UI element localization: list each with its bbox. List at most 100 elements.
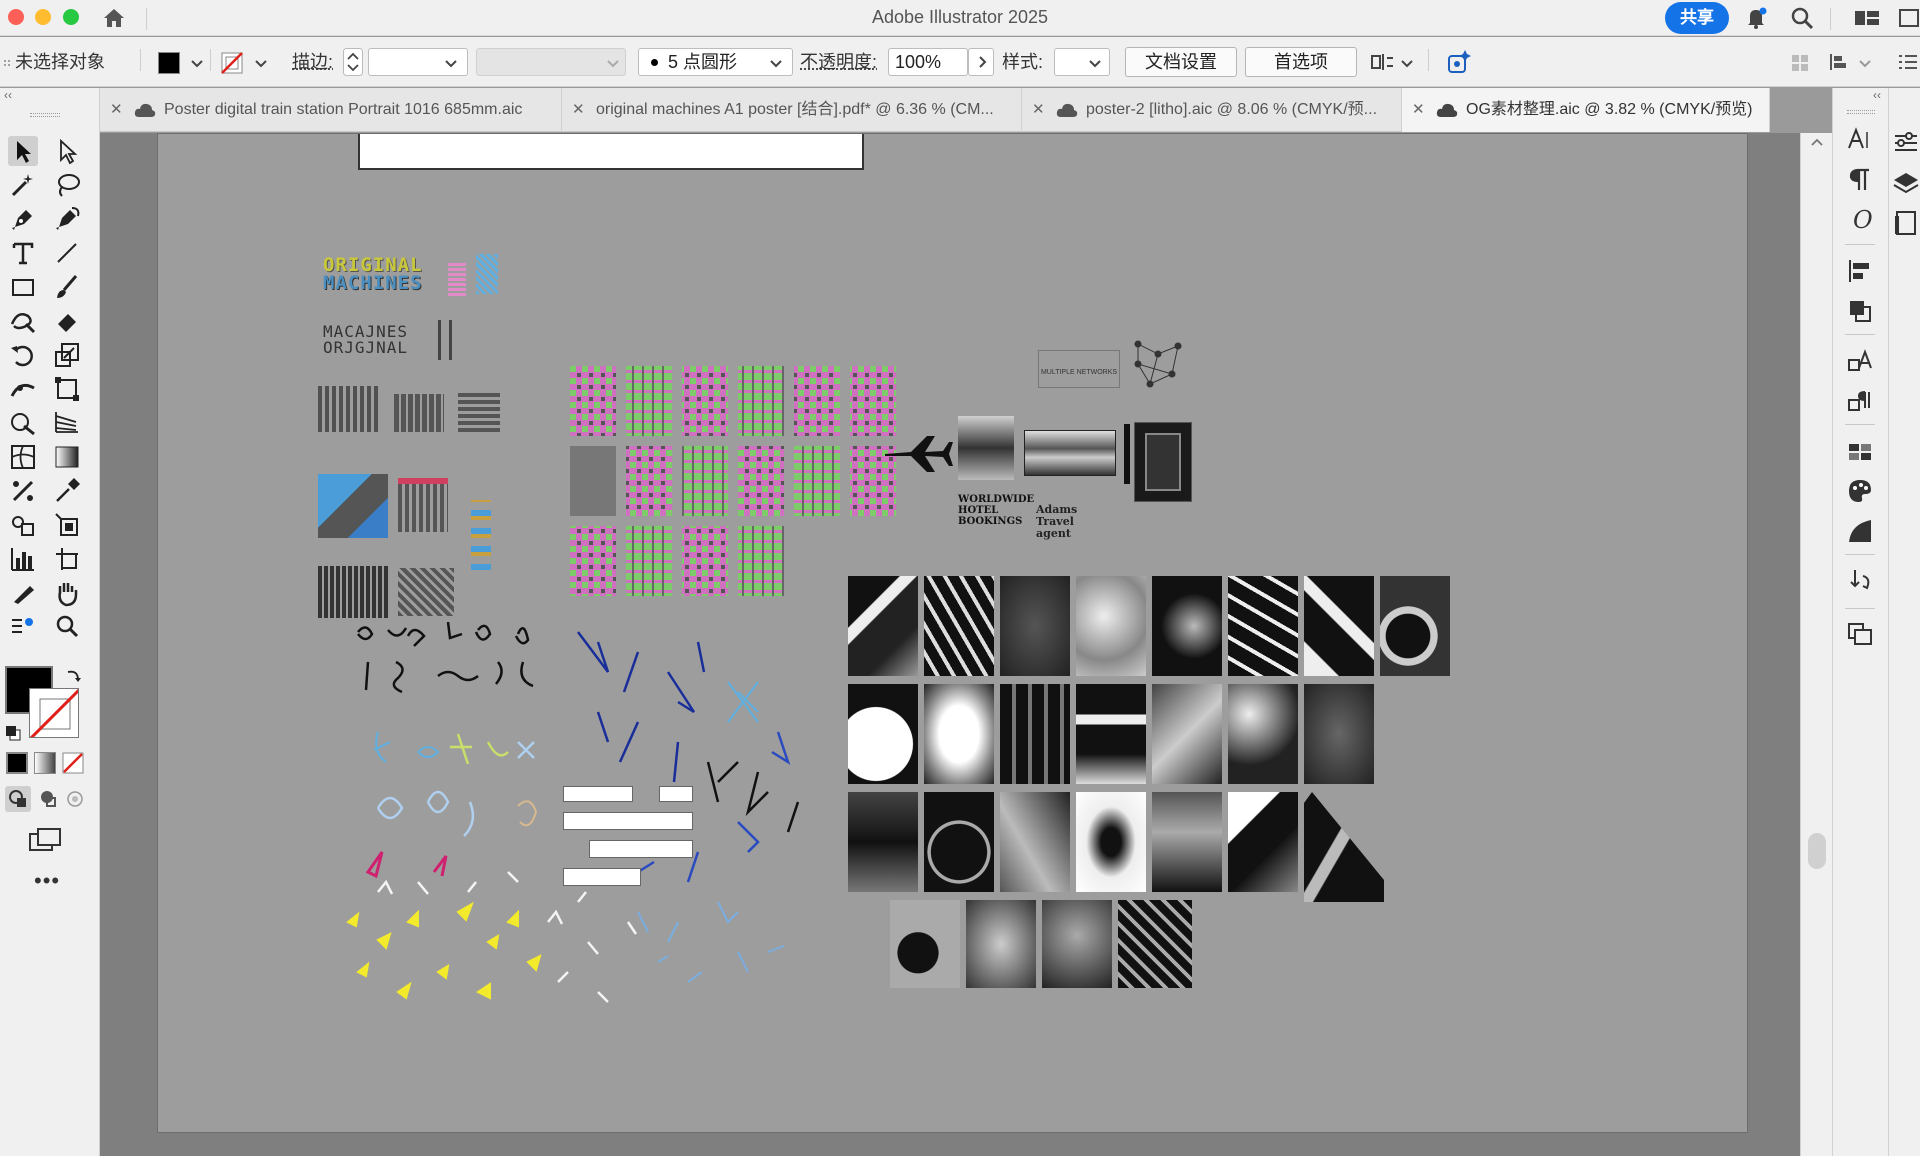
draw-behind-icon[interactable] <box>34 786 60 812</box>
pixel-logo[interactable] <box>318 566 388 618</box>
document-setup-button[interactable]: 文档设置 <box>1125 47 1237 77</box>
opacity-arrow-button[interactable] <box>968 48 994 76</box>
pixel-logo[interactable] <box>318 386 380 432</box>
curvature-tool-icon[interactable] <box>52 204 82 234</box>
texture-image-grid[interactable] <box>848 576 1450 996</box>
opentype-panel-icon[interactable]: O <box>1845 204 1875 234</box>
color-mode-button[interactable] <box>6 752 28 774</box>
paragraph-panel-icon[interactable] <box>1845 164 1875 194</box>
pixel-logo[interactable] <box>458 392 500 432</box>
pink-glyph[interactable] <box>448 262 466 296</box>
draw-normal-button[interactable] <box>5 786 31 812</box>
change-screen-mode-icon[interactable] <box>28 826 62 854</box>
chevron-down-icon[interactable] <box>1398 54 1416 72</box>
vertical-glyph[interactable] <box>438 320 452 360</box>
stroke-label[interactable]: 描边: <box>292 37 333 87</box>
vertical-scrollbar[interactable] <box>1800 133 1832 1156</box>
pen-tool-icon[interactable] <box>8 204 38 234</box>
zoom-window-button[interactable] <box>63 9 79 25</box>
tab-document-1[interactable]: ✕ Poster digital train station Portrait … <box>100 88 562 132</box>
logo-lockup[interactable]: ORIGINAL MACHINES <box>323 256 423 293</box>
arrange-grid-icon[interactable] <box>1790 53 1810 73</box>
width-tool-icon[interactable] <box>8 374 38 404</box>
artboards-panel-icon[interactable] <box>1845 620 1875 650</box>
align-panel-icon[interactable] <box>1845 256 1875 286</box>
blend-tool-icon[interactable] <box>8 476 38 506</box>
edit-toolbar-icon[interactable] <box>8 612 38 642</box>
panel-grip[interactable] <box>30 113 60 117</box>
pixel-logo[interactable] <box>398 478 448 532</box>
rotate-tool-icon[interactable] <box>8 340 38 370</box>
scrollbar-thumb[interactable] <box>1808 833 1826 869</box>
none-mode-button[interactable] <box>62 752 84 774</box>
chevron-down-icon[interactable] <box>252 54 270 72</box>
transform-panel-icon[interactable] <box>1845 566 1875 596</box>
line-segment-tool-icon[interactable] <box>52 238 82 268</box>
menu-list-icon[interactable] <box>1896 51 1920 73</box>
network-graph[interactable] <box>1128 334 1192 400</box>
slice-tool-icon[interactable] <box>8 578 38 608</box>
worldwide-hotel-text[interactable]: WORLDWIDE HOTEL BOOKINGS <box>958 494 1034 527</box>
photo-buildings[interactable] <box>958 416 1014 480</box>
chevron-down-icon[interactable] <box>442 54 460 72</box>
pixel-logo[interactable] <box>394 394 444 432</box>
arrange-documents-icon[interactable] <box>1896 5 1920 31</box>
collapse-panel-icon[interactable]: ‹‹ <box>4 88 12 102</box>
home-icon[interactable] <box>101 6 127 30</box>
photo-skyline[interactable] <box>1024 430 1116 476</box>
white-frame-object[interactable] <box>358 134 864 170</box>
pathfinder-panel-icon[interactable] <box>1845 296 1875 326</box>
column-graph-tool-icon[interactable] <box>8 544 38 574</box>
photo-strip[interactable] <box>1124 424 1130 484</box>
search-icon[interactable] <box>1788 5 1816 31</box>
pink-green-poster-grid[interactable] <box>570 366 900 602</box>
swatches-panel-icon[interactable] <box>1845 436 1875 466</box>
pixel-logo-vertical[interactable] <box>471 500 491 570</box>
scale-tool-icon[interactable] <box>52 340 82 370</box>
paragraph-styles-icon[interactable] <box>1845 386 1875 416</box>
character-styles-icon[interactable] <box>1845 346 1875 376</box>
tab-document-4-active[interactable]: ✕ OG素材整理.aic @ 3.82 % (CMYK/预览) <box>1402 88 1770 132</box>
opacity-field[interactable]: 100% <box>888 48 968 76</box>
shape-builder-tool-icon[interactable] <box>8 408 38 438</box>
airplane-graphic[interactable] <box>881 432 953 476</box>
character-panel-icon[interactable] <box>1845 124 1875 154</box>
close-tab-icon[interactable]: ✕ <box>110 88 123 132</box>
tab-document-3[interactable]: ✕ poster-2 [litho].aic @ 8.06 % (CMYK/预.… <box>1022 88 1402 132</box>
share-button[interactable]: 共享 <box>1665 2 1729 34</box>
gradient-panel-icon[interactable] <box>1845 516 1875 546</box>
stroke-weight-stepper[interactable] <box>343 48 363 76</box>
layers-panel-icon[interactable] <box>1891 168 1920 198</box>
blue-glyph[interactable] <box>476 254 498 294</box>
pixel-logo[interactable] <box>398 568 454 616</box>
chevron-down-icon[interactable] <box>188 54 206 72</box>
stroke-none-swatch[interactable] <box>220 51 244 75</box>
type-tool-icon[interactable] <box>8 238 38 268</box>
chevron-down-icon[interactable] <box>1856 54 1874 72</box>
generative-recolor-icon[interactable] <box>1445 48 1473 76</box>
shaper-tool-icon[interactable] <box>8 306 38 336</box>
lasso-tool-icon[interactable] <box>52 170 82 200</box>
properties-panel-icon[interactable] <box>1891 128 1920 158</box>
adams-travel-text[interactable]: Adams Travel agent <box>1036 504 1110 540</box>
magic-wand-tool-icon[interactable] <box>8 170 38 200</box>
minimize-window-button[interactable] <box>35 9 51 25</box>
multiple-networks-graphic[interactable]: MULTIPLE NETWORKS <box>1038 350 1120 388</box>
color-pixel-logo[interactable] <box>318 474 388 538</box>
eyedropper-tool-icon[interactable] <box>52 476 82 506</box>
gradient-tool-icon[interactable] <box>52 442 82 472</box>
gradient-mode-button[interactable] <box>34 752 56 774</box>
draw-inside-icon[interactable] <box>62 786 88 812</box>
artboard[interactable]: ORIGINAL MACHINES MACAJNES ORJGJNAL MULT… <box>157 133 1748 1133</box>
expand-panel-icon[interactable]: ‹‹ <box>1873 88 1881 102</box>
live-paint-tool-icon[interactable] <box>52 510 82 540</box>
fill-swatch[interactable] <box>158 52 180 74</box>
default-fill-stroke-icon[interactable] <box>4 724 22 742</box>
chevron-down-icon[interactable] <box>767 54 785 72</box>
color-guide-icon[interactable] <box>1845 476 1875 506</box>
rectangle-tool-icon[interactable] <box>8 272 38 302</box>
close-window-button[interactable] <box>8 9 24 25</box>
close-tab-icon[interactable]: ✕ <box>572 88 585 132</box>
swap-fill-stroke-icon[interactable] <box>64 668 82 686</box>
scroll-up-icon[interactable] <box>1808 133 1826 151</box>
